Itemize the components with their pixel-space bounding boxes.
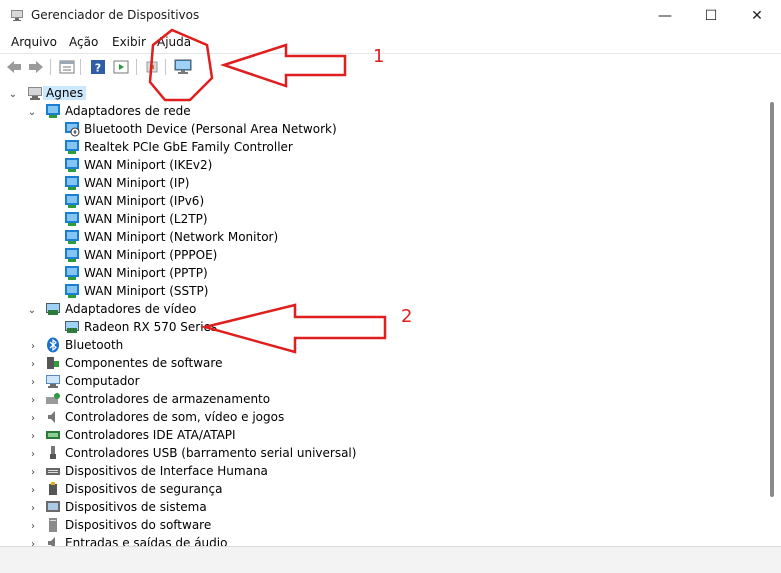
category-label: Componentes de software [65, 356, 223, 370]
chevron-down-icon[interactable]: ⌄ [27, 107, 37, 118]
category-label: Adaptadores de rede [65, 104, 191, 118]
device-label: WAN Miniport (IKEv2) [84, 158, 213, 172]
device-label: Radeon RX 570 Series [84, 320, 218, 334]
device-label: WAN Miniport (L2TP) [84, 212, 208, 226]
chevron-down-icon[interactable]: ⌄ [8, 89, 18, 100]
toolbar-separator [136, 59, 137, 75]
device-label: WAN Miniport (PPTP) [84, 266, 208, 280]
network-adapter-icon [65, 284, 79, 298]
menu-ajuda[interactable]: Ajuda [157, 35, 191, 49]
vertical-scrollbar[interactable] [764, 80, 781, 546]
minimize-button[interactable]: — [642, 0, 688, 32]
chevron-right-icon[interactable]: › [28, 413, 38, 424]
network-adapter-icon [65, 140, 79, 154]
back-icon[interactable] [5, 58, 23, 76]
display-adapter-icon [65, 321, 79, 333]
network-adapter-icon [46, 104, 60, 118]
category-label: Entradas e saídas de áudio [65, 536, 228, 546]
software-device-icon [49, 518, 57, 532]
bluetooth-network-icon [65, 122, 80, 137]
help-icon[interactable]: ? [89, 58, 107, 76]
device-label: Bluetooth Device (Personal Area Network) [84, 122, 337, 136]
status-bar [0, 546, 781, 573]
device-label: Realtek PCIe GbE Family Controller [84, 140, 293, 154]
chevron-right-icon[interactable]: › [28, 359, 38, 370]
window-title: Gerenciador de Dispositivos [31, 8, 200, 22]
svg-text:?: ? [95, 62, 101, 75]
scrollbar-thumb[interactable] [770, 102, 774, 497]
annotation-number-2: 2 [401, 306, 413, 327]
bluetooth-icon [47, 337, 59, 353]
properties-icon[interactable] [58, 58, 76, 76]
chevron-right-icon[interactable]: › [28, 341, 38, 352]
storage-controller-icon [46, 393, 60, 404]
device-label: WAN Miniport (IP) [84, 176, 190, 190]
system-device-icon [46, 501, 60, 512]
chevron-right-icon[interactable]: › [28, 521, 38, 532]
speaker-icon [48, 411, 55, 423]
close-button[interactable]: ✕ [734, 0, 780, 32]
chevron-right-icon[interactable]: › [28, 503, 38, 514]
software-component-icon [47, 357, 59, 369]
ide-controller-icon [46, 431, 60, 439]
run-icon[interactable] [112, 58, 130, 76]
keyboard-icon [46, 468, 60, 475]
computer-monitor-icon[interactable] [174, 58, 192, 76]
device-label: WAN Miniport (PPPOE) [84, 248, 218, 262]
category-label: Bluetooth [65, 338, 124, 352]
toolbar-separator [165, 59, 166, 75]
network-adapter-icon [65, 230, 79, 244]
network-adapter-icon [65, 176, 79, 190]
category-label: Controladores de som, vídeo e jogos [65, 410, 285, 424]
chevron-right-icon[interactable]: › [28, 431, 38, 442]
category-label: Dispositivos do software [65, 518, 212, 532]
maximize-button[interactable]: ☐ [688, 0, 734, 32]
category-label: Dispositivos de sistema [65, 500, 207, 514]
device-label: WAN Miniport (Network Monitor) [84, 230, 279, 244]
category-label: Controladores IDE ATA/ATAPI [65, 428, 236, 442]
chevron-right-icon[interactable]: › [28, 539, 38, 547]
network-adapter-icon [65, 266, 79, 280]
security-device-icon [49, 482, 57, 495]
computer-icon [46, 375, 60, 388]
toolbar: ? [0, 53, 781, 81]
display-adapter-icon [46, 303, 60, 315]
chevron-down-icon[interactable]: ⌄ [27, 305, 37, 316]
category-label: Controladores USB (barramento serial uni… [65, 446, 357, 460]
toolbar-separator [80, 59, 81, 75]
computer-icon [28, 87, 42, 100]
network-scan-icon[interactable] [143, 58, 161, 76]
device-tree[interactable]: ⌄ Agnes ⌄ Adaptadores de rede Bluetooth … [0, 80, 764, 546]
menu-arquivo[interactable]: Arquivo [11, 35, 57, 49]
category-label: Adaptadores de vídeo [65, 302, 197, 316]
menu-acao[interactable]: Ação [69, 35, 98, 49]
audio-io-icon [48, 537, 55, 546]
device-label: WAN Miniport (SSTP) [84, 284, 209, 298]
chevron-right-icon[interactable]: › [28, 485, 38, 496]
device-manager-icon [11, 10, 23, 21]
network-adapter-icon [65, 248, 79, 262]
usb-icon [50, 446, 56, 459]
category-label: Controladores de armazenamento [65, 392, 271, 406]
category-label: Computador [65, 374, 140, 388]
network-adapter-icon [65, 158, 79, 172]
menu-bar: Arquivo Ação Exibir Ajuda [0, 32, 781, 52]
annotation-number-1: 1 [373, 46, 385, 67]
chevron-right-icon[interactable]: › [28, 377, 38, 388]
category-label: Dispositivos de segurança [65, 482, 223, 496]
toolbar-separator [50, 59, 51, 75]
tree-root-label: Agnes [43, 86, 87, 100]
chevron-right-icon[interactable]: › [28, 467, 38, 478]
network-adapter-icon [65, 212, 79, 226]
menu-exibir[interactable]: Exibir [112, 35, 146, 49]
title-bar: Gerenciador de Dispositivos — ☐ ✕ [0, 0, 781, 32]
category-label: Dispositivos de Interface Humana [65, 464, 268, 478]
device-label: WAN Miniport (IPv6) [84, 194, 205, 208]
network-adapter-icon [65, 194, 79, 208]
chevron-right-icon[interactable]: › [28, 449, 38, 460]
chevron-right-icon[interactable]: › [28, 395, 38, 406]
forward-icon[interactable] [27, 58, 45, 76]
